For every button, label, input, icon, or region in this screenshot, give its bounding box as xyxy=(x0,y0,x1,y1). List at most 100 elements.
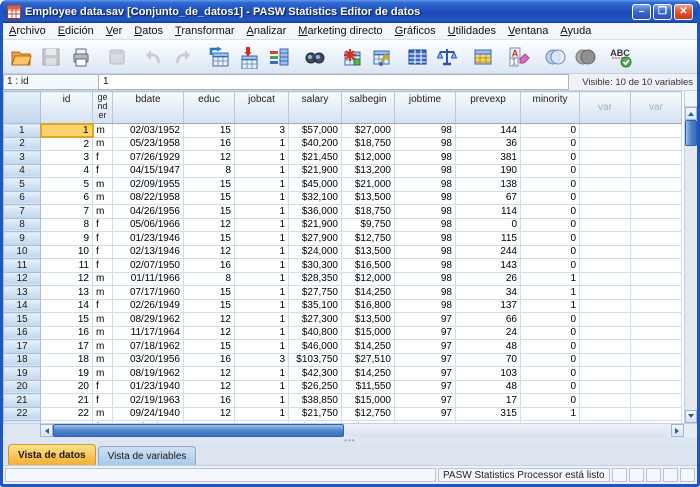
cell[interactable]: $12,750 xyxy=(342,232,395,246)
cell[interactable]: $36,000 xyxy=(289,205,342,219)
empty-var-cell[interactable] xyxy=(631,299,682,313)
menu-ventana[interactable]: Ventana xyxy=(502,24,554,38)
cell[interactable]: 381 xyxy=(456,151,521,165)
cell[interactable]: 98 xyxy=(395,286,456,300)
column-header-salbegin[interactable]: salbegin xyxy=(342,92,395,124)
cell[interactable]: 26 xyxy=(456,272,521,286)
cell[interactable]: 0 xyxy=(521,326,580,340)
cell[interactable]: 34 xyxy=(456,286,521,300)
cell[interactable]: m xyxy=(93,178,113,192)
cell[interactable]: 15 xyxy=(184,340,235,354)
row-header-4[interactable]: 4 xyxy=(4,164,41,178)
cell[interactable]: 137 xyxy=(456,299,521,313)
empty-var-cell[interactable] xyxy=(631,340,682,354)
column-header-var-11[interactable]: var xyxy=(631,92,682,124)
cell[interactable]: $13,500 xyxy=(342,245,395,259)
cell[interactable]: $24,000 xyxy=(289,421,342,424)
cell[interactable]: $16,800 xyxy=(342,299,395,313)
cell[interactable]: 36 xyxy=(456,137,521,151)
cell[interactable]: f xyxy=(93,380,113,394)
cell[interactable]: 0 xyxy=(521,394,580,408)
select-all-corner[interactable] xyxy=(4,92,41,124)
cell[interactable]: 0 xyxy=(521,137,580,151)
cell[interactable]: $27,750 xyxy=(289,286,342,300)
cell[interactable]: f xyxy=(93,394,113,408)
row-header-3[interactable]: 3 xyxy=(4,151,41,165)
cell[interactable]: 0 xyxy=(521,380,580,394)
use-variable-sets-icon[interactable] xyxy=(540,43,570,71)
cell[interactable]: 5 xyxy=(41,178,93,192)
cell[interactable]: 01/23/1946 xyxy=(113,232,184,246)
close-button[interactable]: ✕ xyxy=(674,4,693,20)
cell[interactable]: 6 xyxy=(41,191,93,205)
empty-var-cell[interactable] xyxy=(580,340,631,354)
empty-var-cell[interactable] xyxy=(631,326,682,340)
pane-splitter[interactable]: ••• xyxy=(3,437,697,444)
row-header-2[interactable]: 2 xyxy=(4,137,41,151)
cell[interactable]: 15 xyxy=(184,232,235,246)
cell[interactable]: 98 xyxy=(395,299,456,313)
cell[interactable]: 16 xyxy=(184,353,235,367)
cell[interactable]: 1 xyxy=(235,191,289,205)
cell[interactable]: 1 xyxy=(235,164,289,178)
cell[interactable]: 8 xyxy=(41,218,93,232)
empty-var-cell[interactable] xyxy=(631,380,682,394)
empty-var-cell[interactable] xyxy=(580,191,631,205)
column-header-prevexp[interactable]: prevexp xyxy=(456,92,521,124)
cell[interactable]: 22 xyxy=(41,407,93,421)
cell[interactable]: m xyxy=(93,286,113,300)
row-header-20[interactable]: 20 xyxy=(4,380,41,394)
empty-var-cell[interactable] xyxy=(631,353,682,367)
cell[interactable]: $35,100 xyxy=(289,299,342,313)
cell[interactable]: 1 xyxy=(235,299,289,313)
print-icon[interactable] xyxy=(66,43,96,71)
row-header-14[interactable]: 14 xyxy=(4,299,41,313)
cell[interactable]: f xyxy=(93,299,113,313)
menu-gr-ficos[interactable]: Gráficos xyxy=(389,24,442,38)
cell[interactable]: 08/29/1962 xyxy=(113,313,184,327)
value-labels-icon[interactable]: A1 xyxy=(504,43,534,71)
cell[interactable]: 1 xyxy=(235,340,289,354)
split-file-icon[interactable] xyxy=(402,43,432,71)
cell[interactable]: 1 xyxy=(235,313,289,327)
empty-var-cell[interactable] xyxy=(580,367,631,381)
cell[interactable]: 1 xyxy=(235,151,289,165)
cell[interactable]: $42,300 xyxy=(289,367,342,381)
column-header-minority[interactable]: minority xyxy=(521,92,580,124)
menu-marketing-directo[interactable]: Marketing directo xyxy=(292,24,388,38)
cell[interactable]: 04/26/1956 xyxy=(113,205,184,219)
cell[interactable]: m xyxy=(93,124,113,138)
cell[interactable]: 315 xyxy=(456,407,521,421)
cell[interactable]: 0 xyxy=(521,340,580,354)
cell[interactable]: f xyxy=(93,232,113,246)
cell[interactable]: 1 xyxy=(235,245,289,259)
row-header-23[interactable]: 23 xyxy=(4,421,41,424)
cell[interactable]: 07/17/1960 xyxy=(113,286,184,300)
empty-var-cell[interactable] xyxy=(631,259,682,273)
row-header-22[interactable]: 22 xyxy=(4,407,41,421)
cell[interactable]: 0 xyxy=(521,205,580,219)
menu-edici-n[interactable]: Edición xyxy=(52,24,100,38)
cell[interactable]: $12,000 xyxy=(342,151,395,165)
cell[interactable]: 12 xyxy=(184,407,235,421)
scroll-up-button[interactable] xyxy=(685,107,697,120)
empty-var-cell[interactable] xyxy=(580,299,631,313)
cell[interactable]: $46,000 xyxy=(289,340,342,354)
cell[interactable]: 16 xyxy=(41,326,93,340)
cell[interactable]: 8 xyxy=(184,164,235,178)
cell[interactable]: $57,000 xyxy=(289,124,342,138)
empty-var-cell[interactable] xyxy=(631,164,682,178)
cell[interactable]: 9 xyxy=(41,232,93,246)
cell[interactable]: 98 xyxy=(395,178,456,192)
cell[interactable]: 1 xyxy=(235,137,289,151)
empty-var-cell[interactable] xyxy=(580,353,631,367)
cell[interactable]: $27,300 xyxy=(289,313,342,327)
empty-var-cell[interactable] xyxy=(580,380,631,394)
empty-var-cell[interactable] xyxy=(631,137,682,151)
cell[interactable]: 0 xyxy=(521,259,580,273)
cell[interactable]: $14,250 xyxy=(342,367,395,381)
empty-var-cell[interactable] xyxy=(631,286,682,300)
cell[interactable]: 97 xyxy=(395,340,456,354)
empty-var-cell[interactable] xyxy=(631,245,682,259)
cell[interactable]: $27,510 xyxy=(342,353,395,367)
